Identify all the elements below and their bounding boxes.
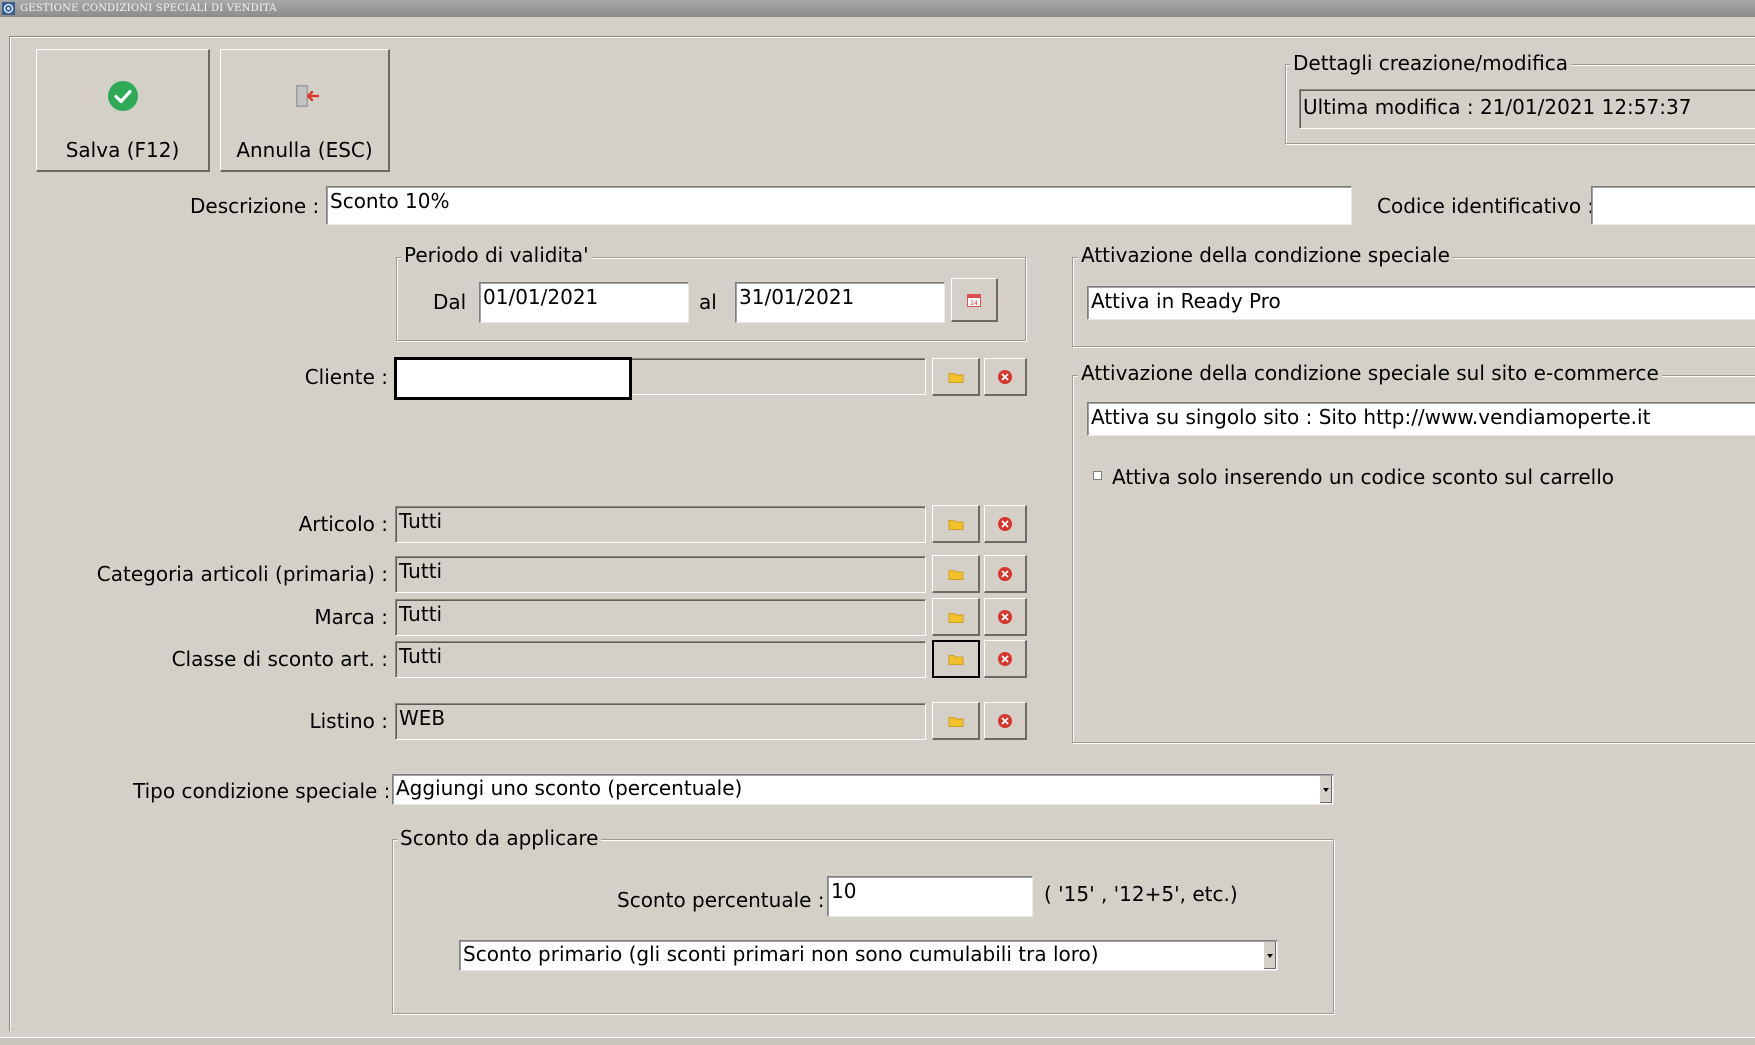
window-title: GESTIONE CONDIZIONI SPECIALI DI VENDITA (20, 3, 277, 14)
folder-icon (948, 655, 964, 665)
delete-icon (998, 713, 1012, 728)
sconto-percentuale-input[interactable]: 10 (827, 876, 1033, 917)
delete-icon (998, 651, 1012, 666)
listino-clear-button[interactable] (984, 702, 1027, 740)
listino-label: Listino : (309, 709, 388, 733)
marca-clear-button[interactable] (984, 598, 1027, 636)
ecommerce-group-title: Attivazione della condizione speciale su… (1078, 361, 1662, 385)
sconto-percentuale-label: Sconto percentuale : (617, 888, 825, 912)
attivazione-group-title: Attivazione della condizione speciale (1078, 243, 1453, 267)
delete-icon (998, 566, 1012, 581)
attivazione-select[interactable]: Attiva in Ready Pro (1087, 286, 1755, 320)
sconto-tipo-select-value: Sconto primario (gli sconti primari non … (463, 942, 1099, 966)
cliente-clear-button[interactable] (984, 358, 1027, 396)
classe-field: Tutti (395, 641, 926, 678)
checkmark-icon (107, 81, 138, 111)
dal-date-input[interactable]: 01/01/2021 (479, 282, 689, 323)
articolo-field: Tutti (395, 506, 926, 543)
classe-label: Classe di sconto art. : (171, 647, 388, 671)
folder-icon (948, 372, 963, 383)
sconto-tipo-select[interactable]: Sconto primario (gli sconti primari non … (459, 940, 1278, 971)
cliente-label: Cliente : (304, 365, 388, 389)
listino-field: WEB (395, 703, 926, 740)
codice-input[interactable] (1591, 186, 1755, 225)
sconto-hint: ( '15' , '12+5', etc.) (1044, 882, 1238, 906)
app-icon (2, 2, 15, 15)
folder-icon (948, 519, 963, 530)
folder-icon (948, 569, 963, 580)
folder-icon (948, 612, 963, 623)
categoria-label: Categoria articoli (primaria) : (96, 562, 388, 586)
articolo-browse-button[interactable] (932, 505, 980, 543)
save-button-label: Salva (F12) (65, 138, 180, 162)
tipo-select-value: Aggiungi uno sconto (percentuale) (396, 776, 743, 800)
tipo-select[interactable]: Aggiungi uno sconto (percentuale) (392, 774, 1334, 805)
cancel-button-label: Annulla (ESC) (236, 138, 373, 162)
cancel-button[interactable]: Annulla (ESC) (220, 49, 390, 172)
marca-field: Tutti (395, 599, 926, 636)
cliente-browse-button[interactable] (932, 358, 980, 396)
descrizione-input[interactable]: Sconto 10% (326, 186, 1352, 225)
save-button[interactable]: Salva (F12) (36, 49, 210, 172)
svg-text:24: 24 (970, 300, 978, 307)
articolo-clear-button[interactable] (984, 505, 1027, 543)
categoria-clear-button[interactable] (984, 555, 1027, 593)
delete-icon (998, 369, 1012, 384)
details-group-title: Dettagli creazione/modifica (1290, 51, 1571, 75)
cliente-input[interactable] (394, 357, 632, 400)
sconto-group (392, 839, 1334, 1014)
tipo-label: Tipo condizione speciale : (133, 779, 391, 803)
calendar-icon: 24 (967, 293, 981, 307)
al-date-input[interactable]: 31/01/2021 (735, 282, 945, 323)
ecommerce-site-select[interactable]: Attiva su singolo sito : Sito http://www… (1087, 402, 1755, 436)
exit-door-icon (295, 85, 319, 107)
al-label: al (699, 290, 717, 314)
calendar-button[interactable]: 24 (951, 278, 998, 322)
categoria-browse-button[interactable] (932, 555, 980, 593)
articolo-label: Articolo : (298, 512, 388, 536)
listino-browse-button[interactable] (932, 702, 980, 740)
descrizione-label: Descrizione : (190, 194, 320, 218)
dropdown-arrow-icon[interactable] (1263, 942, 1276, 969)
codice-sconto-checkbox-label[interactable]: Attiva solo inserendo un codice sconto s… (1112, 465, 1614, 489)
delete-icon (998, 609, 1012, 624)
codice-label: Codice identificativo : (1377, 194, 1595, 218)
delete-icon (998, 516, 1012, 531)
periodo-group-title: Periodo di validita' (401, 243, 592, 267)
dropdown-arrow-icon[interactable] (1319, 776, 1332, 803)
dal-label: Dal (433, 290, 467, 314)
title-bar: GESTIONE CONDIZIONI SPECIALI DI VENDITA (0, 0, 1755, 17)
marca-browse-button[interactable] (932, 598, 980, 636)
folder-icon (948, 716, 963, 727)
categoria-field: Tutti (395, 556, 926, 593)
codice-sconto-checkbox[interactable] (1093, 471, 1102, 480)
classe-browse-button[interactable] (932, 640, 980, 678)
last-modified-field: Ultima modifica : 21/01/2021 12:57:37 (1299, 89, 1755, 129)
marca-label: Marca : (314, 605, 388, 629)
sconto-group-title: Sconto da applicare (397, 826, 602, 850)
classe-clear-button[interactable] (984, 640, 1027, 678)
